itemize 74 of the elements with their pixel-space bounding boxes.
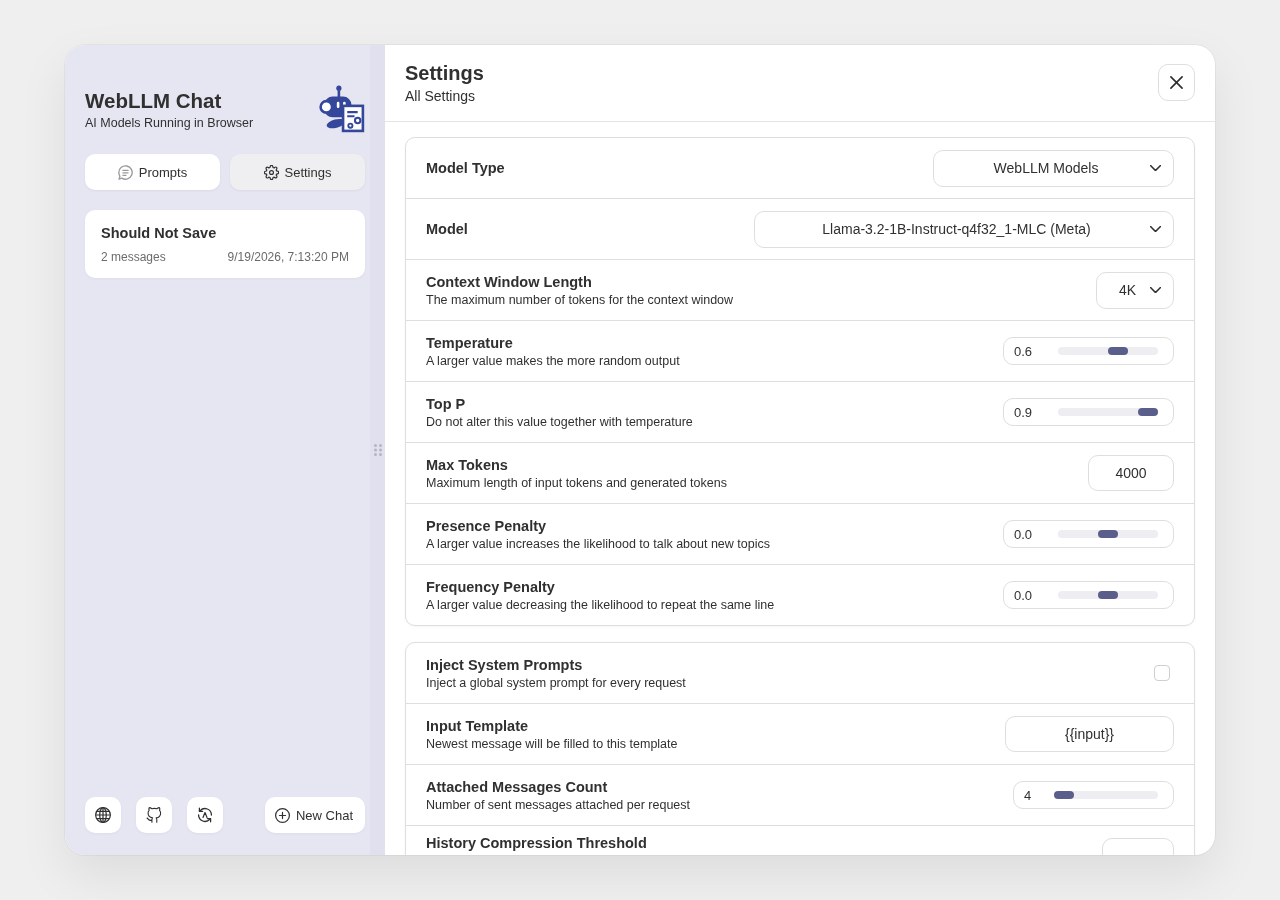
slider-thumb[interactable]	[1138, 408, 1158, 416]
chevron-down-icon	[1150, 226, 1161, 232]
chat-title: Should Not Save	[101, 224, 218, 242]
slider-field[interactable]: 4	[1013, 781, 1174, 809]
setting-label: Model Type	[426, 159, 505, 177]
setting-description: A larger value decreasing the likelihood to repeat the same line	[426, 596, 775, 613]
prompts-button[interactable]: Prompts	[85, 154, 220, 190]
chat-item[interactable]: Should Not Save 2 messages 9/19/2026, 7:13:20 PM	[85, 210, 365, 278]
slider-track[interactable]	[1058, 530, 1158, 538]
circular-arrows-button[interactable]	[187, 797, 223, 833]
setting-label: History Compression Threshold	[426, 834, 647, 852]
slider-thumb[interactable]	[1098, 591, 1118, 599]
setting-label: Max Tokens	[426, 455, 509, 474]
setting-description: Newest message will be filled to this template	[426, 735, 678, 752]
slider-track[interactable]	[1058, 591, 1158, 599]
text-field[interactable]: {{input}}	[1005, 716, 1174, 752]
setting-label: Temperature	[426, 333, 514, 352]
setting-label: Presence Penalty	[426, 516, 548, 535]
slider-field[interactable]: 0.0	[1003, 581, 1174, 609]
slider-track[interactable]	[1058, 408, 1158, 416]
grip-dots-icon	[373, 444, 382, 456]
slider-track[interactable]	[1058, 347, 1158, 355]
setting-label: Attached Messages Count	[426, 777, 609, 796]
chevron-down-icon	[1150, 287, 1161, 293]
slider-value: 0.9	[1014, 404, 1033, 420]
github-icon	[146, 807, 162, 823]
setting-description: Number of sent messages attached per request	[426, 796, 691, 813]
app-title: WebLLM Chat	[85, 88, 223, 114]
slider-value: 0.0	[1014, 587, 1033, 603]
dropdown-select[interactable]: Llama-3.2-1B-Instruct-q4f32_1-MLC (Meta)	[754, 210, 1174, 248]
close-button[interactable]	[1158, 63, 1195, 101]
dropdown-select[interactable]: 4K	[1096, 271, 1174, 309]
setting-description: A larger value increases the likelihood to talk about new topics	[426, 535, 770, 552]
slider-thumb[interactable]	[1108, 347, 1128, 355]
setting-description: Do not alter this value together with temperature	[426, 413, 693, 430]
slider-value: 0.6	[1014, 343, 1033, 359]
settings-button[interactable]: Settings	[230, 154, 365, 190]
globe-icon	[95, 807, 111, 823]
checkbox[interactable]	[1154, 665, 1170, 681]
dropdown-select[interactable]: WebLLM Models	[933, 149, 1174, 187]
setting-description: Inject a global system prompt for every request	[426, 674, 686, 691]
setting-label: Inject System Prompts	[426, 655, 584, 674]
slider-thumb[interactable]	[1054, 791, 1075, 799]
chat-bubble-icon	[117, 164, 133, 180]
setting-description: A larger value makes the more random output	[426, 352, 680, 369]
robot-icon	[318, 85, 365, 133]
settings-subtitle: All Settings	[405, 87, 477, 105]
slider-thumb[interactable]	[1098, 530, 1118, 538]
plus-circle-icon	[274, 807, 290, 823]
setting-description: Maximum length of input tokens and generated tokens	[426, 474, 727, 491]
chat-message-count: 2 messages	[101, 249, 166, 265]
setting-label: Input Template	[426, 716, 530, 735]
slider-field[interactable]: 0.6	[1003, 337, 1174, 365]
chevron-down-icon	[1150, 165, 1161, 171]
slider-field[interactable]: 0.9	[1003, 398, 1174, 426]
new-chat-button[interactable]: New Chat	[264, 797, 365, 833]
slider-value: 0.0	[1014, 526, 1033, 542]
settings-title: Settings	[405, 61, 484, 85]
setting-label: Frequency Penalty	[426, 577, 556, 596]
app-subtitle: AI Models Running in Browser	[85, 115, 254, 131]
chat-time: 9/19/2026, 7:13:20 PM	[227, 249, 349, 265]
circular-arrows-icon	[197, 807, 213, 823]
slider-field[interactable]: 0.0	[1003, 520, 1174, 548]
number-field[interactable]: 4000	[1088, 455, 1174, 491]
close-icon	[1170, 75, 1183, 89]
setting-label: Top P	[426, 394, 467, 413]
setting-label: Model	[426, 220, 468, 238]
slider-value: 4	[1024, 787, 1032, 803]
setting-description: The maximum number of tokens for the context window	[426, 291, 734, 308]
gear-icon	[263, 164, 279, 180]
setting-label: Context Window Length	[426, 272, 593, 291]
resize-handle[interactable]	[370, 45, 385, 855]
github-button[interactable]	[136, 797, 172, 833]
globe-button[interactable]	[85, 797, 121, 833]
